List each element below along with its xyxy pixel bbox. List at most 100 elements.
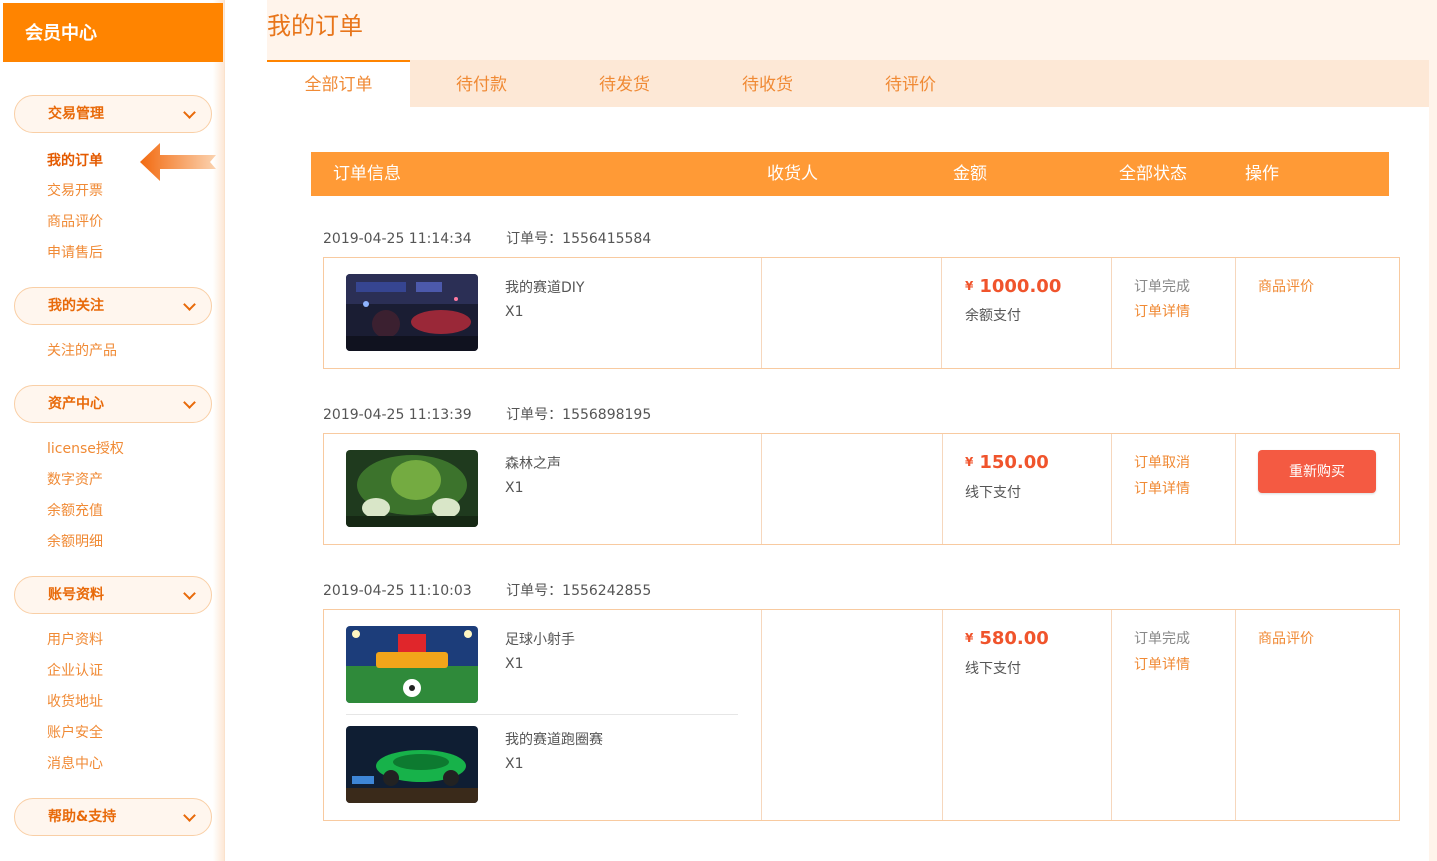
review-product-link[interactable]: 商品评价 <box>1258 628 1314 648</box>
sidebar-group-follow[interactable]: 我的关注 <box>14 287 212 325</box>
order-price: ¥1000.00 <box>965 276 1061 297</box>
page-title: 我的订单 <box>267 12 363 40</box>
order-status: 订单完成 <box>1134 279 1190 295</box>
sidebar-item-address[interactable]: 收货地址 <box>47 691 103 711</box>
tab-pending-receipt[interactable]: 待收货 <box>696 60 839 107</box>
sidebar-item-enterprise-cert[interactable]: 企业认证 <box>47 660 103 680</box>
sidebar-item-digital-assets[interactable]: 数字资产 <box>47 469 103 489</box>
col-amount: 金额 <box>953 164 987 184</box>
divider <box>1111 434 1112 544</box>
order-price: ¥580.00 <box>965 628 1049 649</box>
sidebar-item-user-profile[interactable]: 用户资料 <box>47 629 103 649</box>
chevron-down-icon <box>183 106 196 119</box>
sidebar-group-help[interactable]: 帮助&支持 <box>14 798 212 836</box>
product-name[interactable]: 我的赛道跑圈赛 <box>505 729 603 749</box>
price-value: 150.00 <box>979 452 1049 473</box>
chevron-down-icon <box>183 298 196 311</box>
order-status: 订单完成 <box>1134 631 1190 647</box>
order-detail-link[interactable]: 订单详情 <box>1134 654 1190 674</box>
sidebar-item-reviews[interactable]: 商品评价 <box>47 211 103 231</box>
divider <box>1111 258 1112 368</box>
product-separator <box>346 714 738 715</box>
product-thumbnail[interactable] <box>346 450 478 527</box>
sidebar-group-assets[interactable]: 资产中心 <box>14 385 212 423</box>
col-order-info: 订单信息 <box>333 164 401 184</box>
order-no-label: 订单号： <box>506 583 563 599</box>
chevron-down-icon <box>183 587 196 600</box>
sidebar-title: 会员中心 <box>3 3 223 62</box>
currency-symbol: ¥ <box>965 279 974 293</box>
divider <box>942 610 943 820</box>
order-meta: 2019-04-25 11:14:34 订单号：1556415584 <box>323 228 651 248</box>
product-name[interactable]: 森林之声 <box>505 453 561 473</box>
sidebar-item-messages[interactable]: 消息中心 <box>47 753 103 773</box>
divider <box>942 434 943 544</box>
price-value: 1000.00 <box>979 276 1062 297</box>
col-receiver: 收货人 <box>767 164 818 184</box>
col-action: 操作 <box>1245 164 1279 184</box>
order-detail-link[interactable]: 订单详情 <box>1134 478 1190 498</box>
divider <box>761 610 762 820</box>
divider <box>1235 610 1236 820</box>
sidebar-group-label: 账号资料 <box>48 587 104 603</box>
order-no-label: 订单号： <box>506 231 563 247</box>
product-thumbnail[interactable] <box>346 626 478 703</box>
sidebar-item-license[interactable]: license授权 <box>47 438 124 458</box>
divider <box>1111 610 1112 820</box>
product-thumbnail[interactable] <box>346 274 478 351</box>
tab-all-orders[interactable]: 全部订单 <box>267 60 410 107</box>
arrow-pointer-icon <box>140 143 218 181</box>
sidebar-item-invoice[interactable]: 交易开票 <box>47 180 103 200</box>
product-name[interactable]: 我的赛道DIY <box>505 277 584 297</box>
order-card: 我的赛道DIY X1 ¥1000.00 余额支付 订单完成 订单详情 商品评价 <box>323 257 1400 369</box>
currency-symbol: ¥ <box>965 631 974 645</box>
tab-pending-payment[interactable]: 待付款 <box>410 60 553 107</box>
order-no: 1556242855 <box>562 583 652 599</box>
order-status: 订单取消 <box>1134 455 1190 471</box>
product-qty: X1 <box>505 656 524 672</box>
sidebar-item-followed-products[interactable]: 关注的产品 <box>47 340 117 360</box>
currency-symbol: ¥ <box>965 455 974 469</box>
order-no: 1556415584 <box>562 231 652 247</box>
tab-pending-review[interactable]: 待评价 <box>839 60 982 107</box>
sidebar-group-label: 我的关注 <box>48 298 104 314</box>
sidebar-item-after-sales[interactable]: 申请售后 <box>47 242 103 262</box>
review-product-link[interactable]: 商品评价 <box>1258 276 1314 296</box>
sidebar-item-my-orders[interactable]: 我的订单 <box>47 150 103 170</box>
product-thumbnail[interactable] <box>346 726 478 803</box>
sidebar-group-label: 交易管理 <box>48 106 104 122</box>
pay-type: 线下支付 <box>965 661 1021 677</box>
scrollbar[interactable] <box>1429 0 1437 861</box>
order-detail-link[interactable]: 订单详情 <box>1134 301 1190 321</box>
order-tabs: 全部订单 待付款 待发货 待收货 待评价 <box>267 60 1435 107</box>
order-price: ¥150.00 <box>965 452 1049 473</box>
orders-table-header: 订单信息 收货人 金额 全部状态 操作 <box>311 152 1389 196</box>
price-value: 580.00 <box>979 628 1049 649</box>
pay-type: 线下支付 <box>965 485 1021 501</box>
rebuy-button[interactable]: 重新购买 <box>1258 450 1376 493</box>
order-time: 2019-04-25 11:14:34 <box>323 231 472 247</box>
sidebar-item-security[interactable]: 账户安全 <box>47 722 103 742</box>
order-card: 森林之声 X1 ¥150.00 线下支付 订单取消 订单详情 重新购买 <box>323 433 1400 545</box>
order-no-label: 订单号： <box>506 407 563 423</box>
sidebar-item-balance-detail[interactable]: 余额明细 <box>47 531 103 551</box>
divider <box>761 258 762 368</box>
divider <box>1235 258 1236 368</box>
sidebar-group-account[interactable]: 账号资料 <box>14 576 212 614</box>
order-time: 2019-04-25 11:13:39 <box>323 407 472 423</box>
order-time: 2019-04-25 11:10:03 <box>323 583 472 599</box>
product-qty: X1 <box>505 304 524 320</box>
col-status-filter[interactable]: 全部状态 <box>1119 152 1187 197</box>
order-card: 足球小射手 X1 我的赛道跑圈赛 X1 ¥580.00 线下支付 订单完成 订单… <box>323 609 1400 821</box>
sidebar-group-trade[interactable]: 交易管理 <box>14 95 212 133</box>
chevron-down-icon <box>183 809 196 822</box>
divider <box>941 258 942 368</box>
sidebar: 会员中心 交易管理 我的订单 交易开票 商品评价 申请售后 我的关注 关注的产品… <box>0 0 225 861</box>
pay-type: 余额支付 <box>965 308 1021 324</box>
tab-pending-shipment[interactable]: 待发货 <box>553 60 696 107</box>
divider <box>1235 434 1236 544</box>
sidebar-item-recharge[interactable]: 余额充值 <box>47 500 103 520</box>
product-qty: X1 <box>505 480 524 496</box>
order-meta: 2019-04-25 11:10:03 订单号：1556242855 <box>323 580 651 600</box>
product-name[interactable]: 足球小射手 <box>505 629 575 649</box>
